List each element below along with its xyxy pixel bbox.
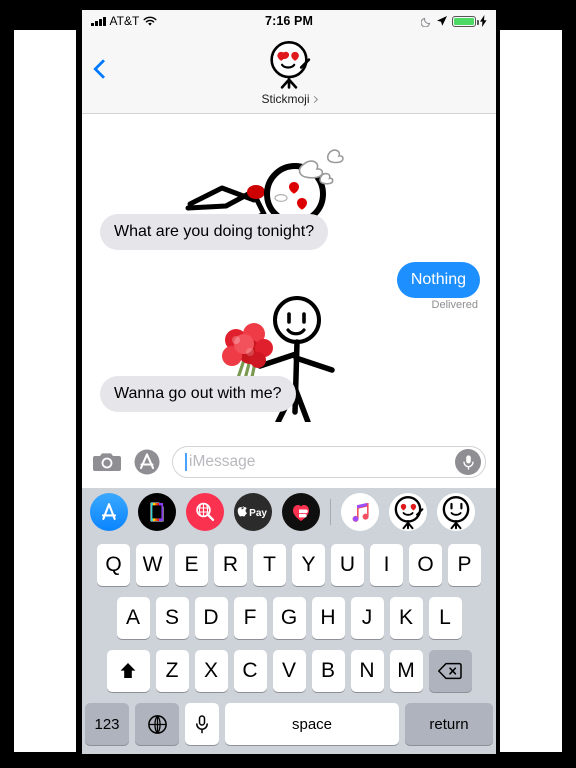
stickmoji-heart-eyes-avatar xyxy=(270,41,311,89)
svg-text:Pay: Pay xyxy=(249,508,267,519)
screenshot-canvas: AT&T 7:16 PM Stickmoji What are you doin… xyxy=(0,0,576,768)
microphone-icon xyxy=(196,714,208,733)
camera-icon[interactable] xyxy=(92,447,122,477)
apple-pay-app-icon[interactable]: Pay xyxy=(234,493,272,531)
key-l[interactable]: L xyxy=(428,597,462,639)
globe-icon xyxy=(147,714,167,734)
message-input-bar: iMessage xyxy=(82,436,496,488)
battery-icon xyxy=(452,15,479,27)
shift-key[interactable] xyxy=(106,650,150,692)
status-bar-time: 7:16 PM xyxy=(265,14,313,28)
message-placeholder: iMessage xyxy=(189,453,256,470)
key-a[interactable]: A xyxy=(116,597,150,639)
space-key[interactable]: space xyxy=(225,703,399,745)
message-bubble-outgoing[interactable]: Nothing xyxy=(396,262,486,298)
key-s[interactable]: S xyxy=(155,597,189,639)
contact-name-label: Stickmoji xyxy=(261,92,310,106)
key-d[interactable]: D xyxy=(194,597,228,639)
key-x[interactable]: X xyxy=(194,650,228,692)
key-z[interactable]: Z xyxy=(155,650,189,692)
key-g[interactable]: G xyxy=(272,597,306,639)
contact-name-row: Stickmoji xyxy=(261,92,318,106)
text-cursor xyxy=(185,453,187,471)
key-y[interactable]: Y xyxy=(292,544,325,586)
key-q[interactable]: Q xyxy=(97,544,130,586)
key-e[interactable]: E xyxy=(175,544,208,586)
key-p[interactable]: P xyxy=(448,544,481,586)
page-margin-left xyxy=(14,30,76,752)
return-key[interactable]: return xyxy=(405,703,493,745)
dictation-key[interactable] xyxy=(185,703,219,745)
keyboard-row-2: ASDFGHJKL xyxy=(85,597,493,639)
phone-screen: AT&T 7:16 PM Stickmoji What are you doin… xyxy=(82,10,496,754)
key-t[interactable]: T xyxy=(253,544,286,586)
keyboard-row-4: 123 space return xyxy=(85,703,493,745)
key-v[interactable]: V xyxy=(272,650,306,692)
numbers-key[interactable]: 123 xyxy=(85,703,129,745)
status-bar: AT&T 7:16 PM xyxy=(82,10,496,32)
conversation-area: What are you doing tonight? Nothing Deli… xyxy=(82,114,496,436)
chevron-right-icon xyxy=(310,95,318,103)
globe-key[interactable] xyxy=(135,703,179,745)
music-app-icon[interactable] xyxy=(341,493,379,531)
keyboard-row-1: QWERTYUIOP xyxy=(85,544,493,586)
key-u[interactable]: U xyxy=(331,544,364,586)
key-j[interactable]: J xyxy=(350,597,384,639)
key-i[interactable]: I xyxy=(370,544,403,586)
backspace-icon xyxy=(438,662,462,680)
contact-header[interactable]: Stickmoji xyxy=(82,38,496,108)
message-text-field[interactable]: iMessage xyxy=(172,446,486,478)
page-margin-right xyxy=(500,30,562,752)
app-drawer-divider xyxy=(330,499,331,525)
digital-touch-app-icon[interactable] xyxy=(282,493,320,531)
shift-arrow-icon xyxy=(120,663,136,678)
navigation-bar: Stickmoji xyxy=(82,32,496,114)
photos-app-icon[interactable] xyxy=(138,493,176,531)
app-store-icon[interactable] xyxy=(132,447,162,477)
key-k[interactable]: K xyxy=(389,597,423,639)
key-w[interactable]: W xyxy=(136,544,169,586)
delivery-status-label: Delivered xyxy=(431,299,478,311)
key-h[interactable]: H xyxy=(311,597,345,639)
key-m[interactable]: M xyxy=(389,650,423,692)
keyboard-row-3: ZXCVBNM xyxy=(85,650,493,692)
key-o[interactable]: O xyxy=(409,544,442,586)
key-n[interactable]: N xyxy=(350,650,384,692)
on-screen-keyboard[interactable]: QWERTYUIOP ASDFGHJKL ZXCVBNM 123 space r… xyxy=(82,536,496,754)
message-bubble-incoming[interactable]: Wanna go out with me? xyxy=(95,376,296,412)
message-bubble-incoming[interactable]: What are you doing tonight? xyxy=(94,214,329,250)
imessage-app-drawer[interactable]: Pay xyxy=(82,488,496,536)
images-search-app-icon[interactable] xyxy=(186,493,224,531)
stickmoji-hearts-app-icon[interactable] xyxy=(389,493,427,531)
key-r[interactable]: R xyxy=(214,544,247,586)
key-c[interactable]: C xyxy=(233,650,267,692)
stickmoji-plain-app-icon[interactable] xyxy=(437,493,475,531)
backspace-key[interactable] xyxy=(428,650,472,692)
dictation-mic-icon[interactable] xyxy=(455,449,481,475)
app-store-app-icon[interactable] xyxy=(90,493,128,531)
key-b[interactable]: B xyxy=(311,650,345,692)
key-f[interactable]: F xyxy=(233,597,267,639)
